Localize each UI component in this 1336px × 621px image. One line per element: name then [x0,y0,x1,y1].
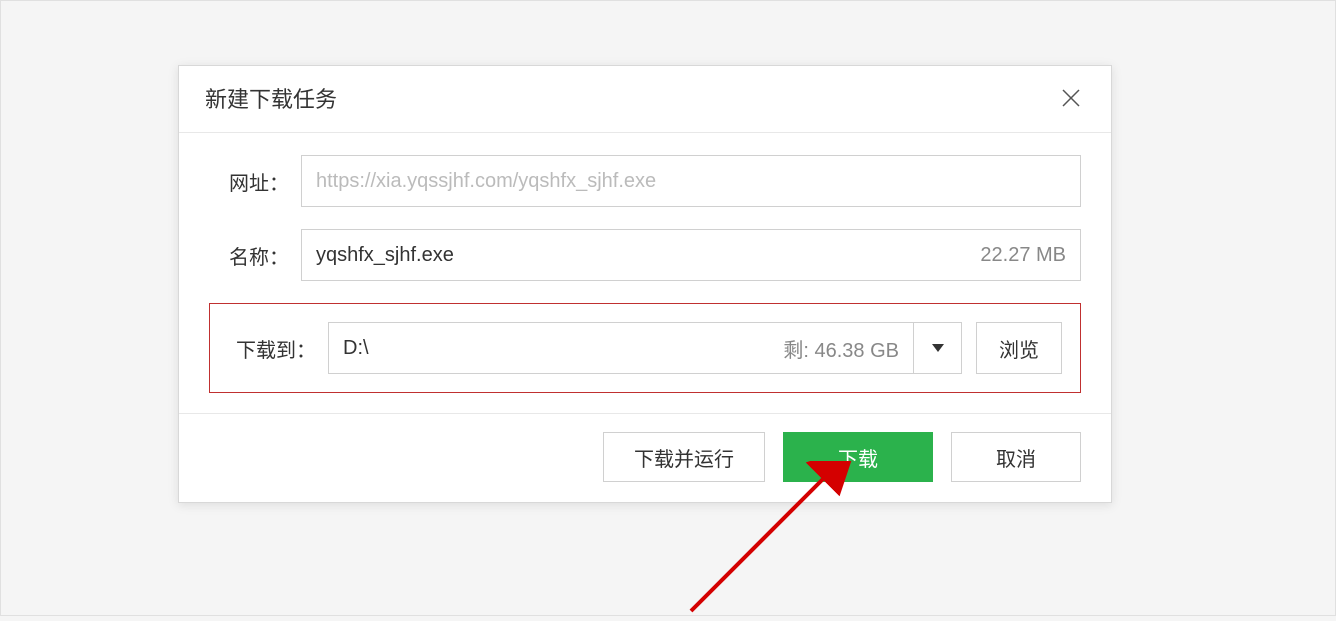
chevron-down-icon [931,343,945,353]
file-size-text: 22.27 MB [980,244,1066,267]
path-input[interactable] [329,337,783,360]
name-input[interactable] [316,244,980,267]
url-row: 网址： [209,155,1081,207]
remaining-space-text: 剩: 46.38 GB [783,334,913,363]
dialog-footer: 下载并运行 下载 取消 [179,413,1111,502]
url-input[interactable] [316,170,1066,193]
download-button[interactable]: 下载 [783,432,933,482]
dialog-content: 网址： 名称： 22.27 MB 下载到： 剩: 46.38 GB 浏览 [179,133,1111,413]
name-row: 名称： 22.27 MB [209,229,1081,281]
cancel-button[interactable]: 取消 [951,432,1081,482]
dialog-titlebar: 新建下载任务 [179,66,1111,133]
path-dropdown-button[interactable] [913,322,961,374]
path-field-box: 剩: 46.38 GB [328,322,962,374]
name-field-box: 22.27 MB [301,229,1081,281]
url-label: 网址： [209,167,301,196]
browse-button[interactable]: 浏览 [976,322,1062,374]
close-icon[interactable] [1059,86,1083,110]
dialog-title: 新建下载任务 [205,82,337,114]
url-field-box [301,155,1081,207]
path-row-highlight: 下载到： 剩: 46.38 GB 浏览 [209,303,1081,393]
name-label: 名称： [209,241,301,270]
path-label: 下载到： [228,334,328,363]
download-and-run-button[interactable]: 下载并运行 [603,432,765,482]
download-dialog: 新建下载任务 网址： 名称： 22.27 MB 下载到： 剩: 46.38 GB [178,65,1112,503]
